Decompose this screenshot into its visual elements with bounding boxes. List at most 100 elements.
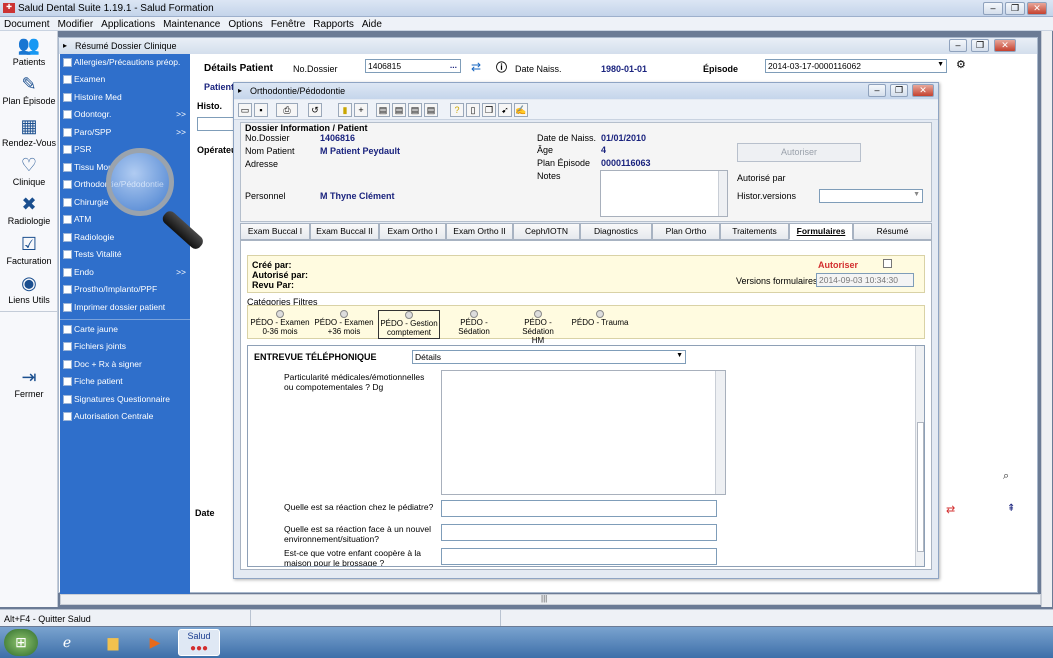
salud-taskbar-button[interactable]: Salud ●●● <box>178 629 220 656</box>
restore-button[interactable]: ❐ <box>1005 2 1025 15</box>
details-select[interactable]: Détails ▼ <box>412 350 686 364</box>
nav-item-fiche-patient[interactable]: Fiche patient <box>60 373 190 390</box>
nav-item-examen[interactable]: Examen <box>60 71 190 88</box>
tab-traitements[interactable]: Traitements <box>720 223 789 240</box>
sign-icon[interactable]: ✍ <box>514 103 528 117</box>
answer-scrollbar[interactable] <box>715 371 725 494</box>
nav-item-allergies[interactable]: Allergies/Précautions préop. <box>60 54 190 71</box>
launcher-fermer[interactable]: ⇥ Fermer <box>0 366 58 399</box>
answer-environnement[interactable] <box>441 524 717 541</box>
launcher-liens-utils[interactable]: ◉ Liens Utils <box>0 272 58 305</box>
nav-item-endo[interactable]: Endo >> <box>60 264 190 281</box>
hint-icon[interactable]: ? <box>450 103 464 117</box>
launcher-plan-episode[interactable]: ✎ Plan Épisode <box>0 73 58 106</box>
close-button[interactable]: ✕ <box>1027 2 1047 15</box>
tab-exam-buccal-2[interactable]: Exam Buccal II <box>310 223 379 240</box>
export-icon[interactable]: ➹ <box>498 103 512 117</box>
browser-icon[interactable]: ℯ <box>46 629 88 656</box>
menu-fenetre[interactable]: Fenêtre <box>267 17 309 30</box>
tab-exam-buccal-1[interactable]: Exam Buccal I <box>240 223 310 240</box>
answer-pediatre[interactable] <box>441 500 717 517</box>
menu-options[interactable]: Options <box>224 17 266 30</box>
dialog-close-button[interactable]: ✕ <box>912 84 934 97</box>
main-vertical-scrollbar[interactable] <box>1041 31 1052 607</box>
nav-item-prostho[interactable]: Prostho/Implanto/PPF <box>60 281 190 298</box>
menu-aide[interactable]: Aide <box>358 17 386 30</box>
sync-icon[interactable]: ⇄ <box>946 503 955 516</box>
patient-tab[interactable]: Patient <box>204 82 234 92</box>
form-scrollbar[interactable] <box>915 346 924 566</box>
tool-icon-2[interactable]: ▤ <box>392 103 406 117</box>
undo-icon[interactable]: ↺ <box>308 103 322 117</box>
filter-pedo-examen-36[interactable]: PÉDO - Examen +36 mois <box>314 310 374 336</box>
launcher-radiologie[interactable]: ✖ Radiologie <box>0 193 58 226</box>
clinical-restore-button[interactable]: ❐ <box>971 39 989 52</box>
filter-pedo-sedation-hm[interactable]: PÉDO - Sédation HM <box>508 310 568 345</box>
autoriser-button[interactable]: Autoriser <box>737 143 861 162</box>
autoriser-checkbox[interactable] <box>883 259 892 268</box>
nav-item-histoire-med[interactable]: Histoire Med <box>60 89 190 106</box>
search-icon[interactable]: ⌕ <box>1003 470 1009 483</box>
tab-formulaires[interactable]: Formulaires <box>789 223 853 240</box>
dialog-restore-button[interactable]: ❐ <box>890 84 908 97</box>
nav-item-imprimer[interactable]: Imprimer dossier patient <box>60 299 190 316</box>
tool-icon-3[interactable]: ▤ <box>408 103 422 117</box>
notes-textarea[interactable] <box>600 170 728 217</box>
filter-pedo-trauma[interactable]: PÉDO - Trauma <box>570 310 630 327</box>
answer-brossage[interactable] <box>441 548 717 565</box>
histor-versions-select[interactable]: ▼ <box>819 189 923 203</box>
filter-pedo-examen-0-36[interactable]: PÉDO - Examen 0-36 mois <box>250 310 310 336</box>
tab-diagnostics[interactable]: Diagnostics <box>580 223 652 240</box>
main-horizontal-scrollbar[interactable]: ||| <box>60 594 1041 605</box>
nav-item-paro[interactable]: Paro/SPP >> <box>60 124 190 141</box>
tool-icon-1[interactable]: ▤ <box>376 103 390 117</box>
versions-select[interactable]: 2014-09-03 10:34:30 <box>816 273 914 287</box>
nav-item-odontogr[interactable]: Odontogr. >> <box>60 106 190 123</box>
menu-rapports[interactable]: Rapports <box>309 17 358 30</box>
menu-document[interactable]: Document <box>0 17 54 30</box>
document-icon[interactable]: ▯ <box>466 103 480 117</box>
tab-exam-ortho-2[interactable]: Exam Ortho II <box>446 223 513 240</box>
filter-pedo-gestion[interactable]: PÉDO - Gestion comptement <box>378 310 440 339</box>
tab-plan-ortho[interactable]: Plan Ortho <box>652 223 720 240</box>
save-icon[interactable]: ▪ <box>254 103 268 117</box>
autoriser-link[interactable]: Autoriser <box>818 260 858 270</box>
browse-icon[interactable]: ... <box>450 60 457 70</box>
new-icon[interactable]: ▭ <box>238 103 252 117</box>
launcher-patients[interactable]: 👥 Patients <box>0 34 58 67</box>
histo-input[interactable] <box>197 117 237 131</box>
bookmark-icon[interactable]: ▮ <box>338 103 352 117</box>
nav-item-radiologie[interactable]: Radiologie <box>60 229 190 246</box>
form-scroll-thumb[interactable] <box>917 422 924 552</box>
dossier-input[interactable]: 1406815... <box>365 59 461 73</box>
nav-item-fichiers-joints[interactable]: Fichiers joints <box>60 338 190 355</box>
tool-icon-4[interactable]: ▤ <box>424 103 438 117</box>
folder-icon[interactable]: ▆ <box>92 629 134 656</box>
menu-modifier[interactable]: Modifier <box>54 17 98 30</box>
refresh-icon[interactable]: ⇄ <box>471 60 481 74</box>
tools-icon[interactable]: ⚙ <box>956 58 966 71</box>
tab-ceph-iotn[interactable]: Ceph/IOTN <box>513 223 580 240</box>
nav-item-tests-vitalite[interactable]: Tests Vitalité <box>60 246 190 263</box>
copy-icon[interactable]: ❐ <box>482 103 496 117</box>
minimize-button[interactable]: – <box>983 2 1003 15</box>
expand-up-icon[interactable]: ⇞ <box>1007 503 1015 514</box>
media-player-icon[interactable]: ▶ <box>134 629 176 656</box>
tab-exam-ortho-1[interactable]: Exam Ortho I <box>379 223 446 240</box>
launcher-rendez-vous[interactable]: ▦ Rendez-Vous <box>0 115 58 148</box>
clinical-minimize-button[interactable]: – <box>949 39 967 52</box>
start-button[interactable]: ⊞ <box>4 629 38 656</box>
dialog-minimize-button[interactable]: – <box>868 84 886 97</box>
tab-resume-formulaires[interactable]: Résumé Formulaires <box>853 223 932 251</box>
filter-pedo-sedation[interactable]: PÉDO - Sédation <box>444 310 504 336</box>
menu-maintenance[interactable]: Maintenance <box>159 17 224 30</box>
add-icon[interactable]: + <box>354 103 368 117</box>
nav-item-carte-jaune[interactable]: Carte jaune <box>60 321 190 338</box>
answer-particularite[interactable] <box>441 370 726 495</box>
launcher-facturation[interactable]: ☑ Facturation <box>0 233 58 266</box>
nav-item-signatures[interactable]: Signatures Questionnaire <box>60 391 190 408</box>
print-icon[interactable]: ⎙ <box>276 103 298 117</box>
nav-item-doc-rx[interactable]: Doc + Rx à signer <box>60 356 190 373</box>
clinical-close-button[interactable]: ✕ <box>994 39 1016 52</box>
episode-select[interactable]: 2014-03-17-0000116062 ▼ <box>765 59 947 73</box>
